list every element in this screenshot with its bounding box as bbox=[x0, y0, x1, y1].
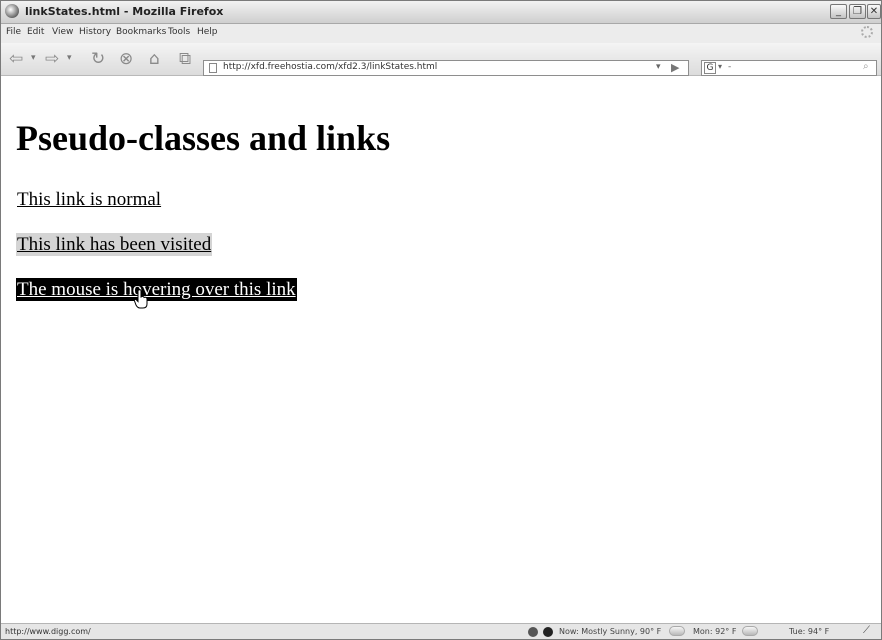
menu-edit[interactable]: Edit bbox=[27, 27, 44, 37]
weather-tuesday[interactable]: Tue: 94° F bbox=[789, 627, 829, 636]
throbber-icon bbox=[861, 26, 873, 38]
title-bar: linkStates.html - Mozilla Firefox _ ❐ ✕ bbox=[1, 1, 881, 24]
visited-link[interactable]: This link has been visited bbox=[16, 233, 213, 256]
firefox-icon bbox=[5, 4, 19, 18]
status-url: http://www.digg.com/ bbox=[5, 627, 91, 636]
reload-icon[interactable]: ↻ bbox=[91, 50, 105, 68]
page-icon bbox=[209, 63, 217, 73]
url-bar[interactable]: http://xfd.freehostia.com/xfd2.3/linkSta… bbox=[203, 60, 689, 76]
menu-file[interactable]: File bbox=[6, 27, 21, 37]
weather-now[interactable]: Now: Mostly Sunny, 90° F bbox=[559, 627, 661, 636]
forward-icon[interactable]: ⇨ bbox=[45, 50, 59, 68]
hovered-link[interactable]: The mouse is hovering over this link bbox=[16, 278, 297, 301]
browser-window: linkStates.html - Mozilla Firefox _ ❐ ✕ … bbox=[0, 0, 882, 640]
hand-cursor-icon bbox=[134, 289, 148, 309]
minimize-button[interactable]: _ bbox=[830, 4, 847, 19]
status-globe-icon[interactable] bbox=[543, 627, 553, 637]
page-content: Pseudo-classes and links This link is no… bbox=[1, 76, 881, 623]
search-input[interactable]: - bbox=[728, 62, 731, 72]
search-engine-dropdown-icon[interactable]: ▾ bbox=[718, 62, 722, 71]
home-icon[interactable]: ⌂ bbox=[149, 50, 160, 68]
stop-icon[interactable]: ⊗ bbox=[119, 50, 133, 68]
bookmark-page-icon[interactable]: ⧉ bbox=[179, 50, 191, 68]
menu-history[interactable]: History bbox=[79, 27, 111, 37]
back-dropdown-icon[interactable]: ▾ bbox=[31, 53, 36, 63]
weather-now-icon bbox=[669, 626, 685, 636]
status-check-icon[interactable] bbox=[528, 627, 538, 637]
status-bar: http://www.digg.com/ Now: Mostly Sunny, … bbox=[1, 623, 881, 639]
go-icon[interactable]: ▶ bbox=[671, 61, 679, 74]
page-heading: Pseudo-classes and links bbox=[16, 118, 391, 158]
weather-monday[interactable]: Mon: 92° F bbox=[693, 627, 736, 636]
search-bar[interactable]: G ▾ - ⌕ bbox=[701, 60, 877, 76]
url-text[interactable]: http://xfd.freehostia.com/xfd2.3/linkSta… bbox=[223, 62, 437, 72]
maximize-button[interactable]: ❐ bbox=[849, 4, 866, 19]
weather-monday-icon bbox=[742, 626, 758, 636]
url-history-dropdown-icon[interactable]: ▾ bbox=[656, 62, 661, 72]
menu-bookmarks[interactable]: Bookmarks bbox=[116, 27, 166, 37]
menu-bar: File Edit View History Bookmarks Tools H… bbox=[1, 24, 881, 42]
window-title: linkStates.html - Mozilla Firefox bbox=[25, 5, 224, 18]
forward-dropdown-icon[interactable]: ▾ bbox=[67, 53, 72, 63]
normal-link[interactable]: This link is normal bbox=[16, 188, 162, 211]
resize-grip-icon[interactable]: ⟋ bbox=[863, 625, 870, 636]
menu-tools[interactable]: Tools bbox=[168, 27, 190, 37]
close-button[interactable]: ✕ bbox=[867, 4, 881, 19]
search-icon[interactable]: ⌕ bbox=[863, 61, 869, 72]
menu-help[interactable]: Help bbox=[197, 27, 218, 37]
back-icon[interactable]: ⇦ bbox=[9, 50, 23, 68]
search-engine-icon[interactable]: G bbox=[704, 62, 716, 74]
menu-view[interactable]: View bbox=[52, 27, 73, 37]
